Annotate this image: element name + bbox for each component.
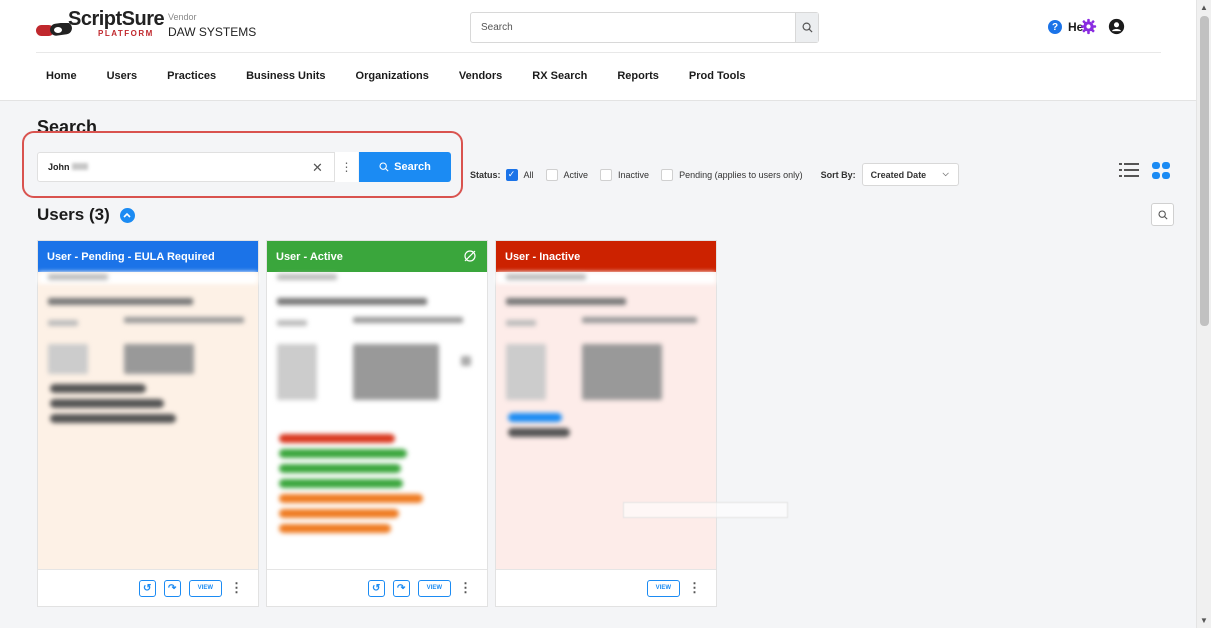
user-card-inactive[interactable]: User - Inactive VIEW ⋮ <box>495 240 717 607</box>
global-search <box>470 12 819 43</box>
search-input[interactable]: John <box>37 152 358 182</box>
user-card-pending[interactable]: User - Pending - EULA Required ↺ ↷ VIEW … <box>37 240 259 607</box>
global-search-button[interactable] <box>795 13 818 42</box>
card-footer: VIEW ⋮ <box>496 569 716 606</box>
undo-icon[interactable]: ↺ <box>367 579 385 597</box>
status-filters: Status: ✓ All Active Inactive Pending (a… <box>470 163 959 186</box>
option-inactive-label: Inactive <box>618 169 650 180</box>
page-scrollbar[interactable]: ▲ ▼ <box>1196 0 1211 628</box>
nav-item-organizations[interactable]: Organizations <box>356 70 429 82</box>
results-title-text: Users (3) <box>37 205 110 224</box>
checkbox-active[interactable] <box>545 168 558 181</box>
scriptsure-logo[interactable]: ScriptSure PLATFORM <box>36 8 165 42</box>
option-all-label: All <box>523 169 534 180</box>
search-icon <box>379 162 389 172</box>
card-header-title: User - Inactive <box>505 250 581 263</box>
account-icon[interactable] <box>1108 18 1125 35</box>
checkbox-pending[interactable] <box>661 168 674 181</box>
sort-by-label: Sort By: <box>820 169 856 180</box>
card-header-title: User - Pending - EULA Required <box>47 250 215 263</box>
nav-item-home[interactable]: Home <box>46 70 77 82</box>
search-options-button[interactable]: ⋮ <box>334 152 358 182</box>
more-options-icon[interactable]: ⋮ <box>230 580 243 596</box>
card-body <box>496 272 716 570</box>
scrollbar-thumb[interactable] <box>1200 16 1209 326</box>
card-footer: ↺ ↷ VIEW ⋮ <box>38 569 258 606</box>
results-title: Users (3) <box>37 205 135 225</box>
search-button-label: Search <box>394 161 431 173</box>
grid-view-icon[interactable] <box>1152 162 1170 180</box>
card-header-title: User - Active <box>276 250 343 263</box>
view-button[interactable]: VIEW <box>646 579 680 597</box>
more-options-icon[interactable]: ⋮ <box>459 580 472 596</box>
search-input-value: John <box>48 162 70 172</box>
logo-subtext: PLATFORM <box>98 29 154 38</box>
faded-tooltip <box>623 502 788 518</box>
sort-select[interactable]: Created Date ⌵ <box>861 163 959 186</box>
gear-icon[interactable] <box>1080 18 1097 35</box>
card-header: User - Inactive <box>496 241 716 272</box>
redo-icon[interactable]: ↷ <box>392 579 410 597</box>
checkbox-inactive[interactable] <box>600 168 613 181</box>
header-divider <box>36 52 1161 53</box>
empty-set-icon[interactable] <box>463 249 477 263</box>
top-header: ScriptSure PLATFORM Vendor DAW SYSTEMS ?… <box>0 0 1196 101</box>
more-options-icon[interactable]: ⋮ <box>688 580 701 596</box>
redo-icon[interactable]: ↷ <box>163 579 181 597</box>
clear-icon[interactable]: ✕ <box>312 160 323 176</box>
option-active-label: Active <box>563 169 589 180</box>
scroll-down-icon[interactable]: ▼ <box>1200 616 1208 625</box>
card-footer: ↺ ↷ VIEW ⋮ <box>267 569 487 606</box>
global-search-input[interactable] <box>471 13 791 42</box>
main-nav: Home Users Practices Business Units Orga… <box>46 70 776 82</box>
card-body <box>38 272 258 570</box>
nav-item-practices[interactable]: Practices <box>167 70 216 82</box>
chevron-up-icon[interactable] <box>119 207 135 223</box>
nav-item-rx-search[interactable]: RX Search <box>532 70 587 82</box>
scroll-up-icon[interactable]: ▲ <box>1200 3 1208 12</box>
undo-icon[interactable]: ↺ <box>138 579 156 597</box>
user-card-active[interactable]: User - Active ↺ ↷ VIEW ⋮ <box>266 240 488 607</box>
status-label: Status: <box>470 169 501 180</box>
nav-item-vendors[interactable]: Vendors <box>459 70 502 82</box>
search-icon <box>802 22 813 33</box>
view-button[interactable]: VIEW <box>188 579 222 597</box>
checkbox-all[interactable]: ✓ <box>505 168 518 181</box>
card-header: User - Pending - EULA Required <box>38 241 258 272</box>
option-pending-label: Pending (applies to users only) <box>679 169 803 180</box>
nav-item-prod-tools[interactable]: Prod Tools <box>689 70 746 82</box>
results-search-button[interactable] <box>1151 203 1174 226</box>
search-button[interactable]: Search <box>359 152 451 182</box>
redacted-text <box>72 163 88 170</box>
nav-item-reports[interactable]: Reports <box>617 70 659 82</box>
card-body <box>267 272 487 570</box>
nav-item-users[interactable]: Users <box>107 70 138 82</box>
chevron-down-icon: ⌵ <box>942 169 949 178</box>
view-button[interactable]: VIEW <box>417 579 451 597</box>
sort-select-value: Created Date <box>870 169 927 180</box>
vendor-label: Vendor <box>168 12 197 22</box>
nav-item-business-units[interactable]: Business Units <box>246 70 325 82</box>
help-icon: ? <box>1048 20 1062 34</box>
logo-text: ScriptSure <box>68 8 165 30</box>
search-icon <box>1157 209 1168 220</box>
card-header: User - Active <box>267 241 487 272</box>
vendor-name: DAW SYSTEMS <box>168 25 257 39</box>
list-view-icon[interactable] <box>1119 162 1139 178</box>
